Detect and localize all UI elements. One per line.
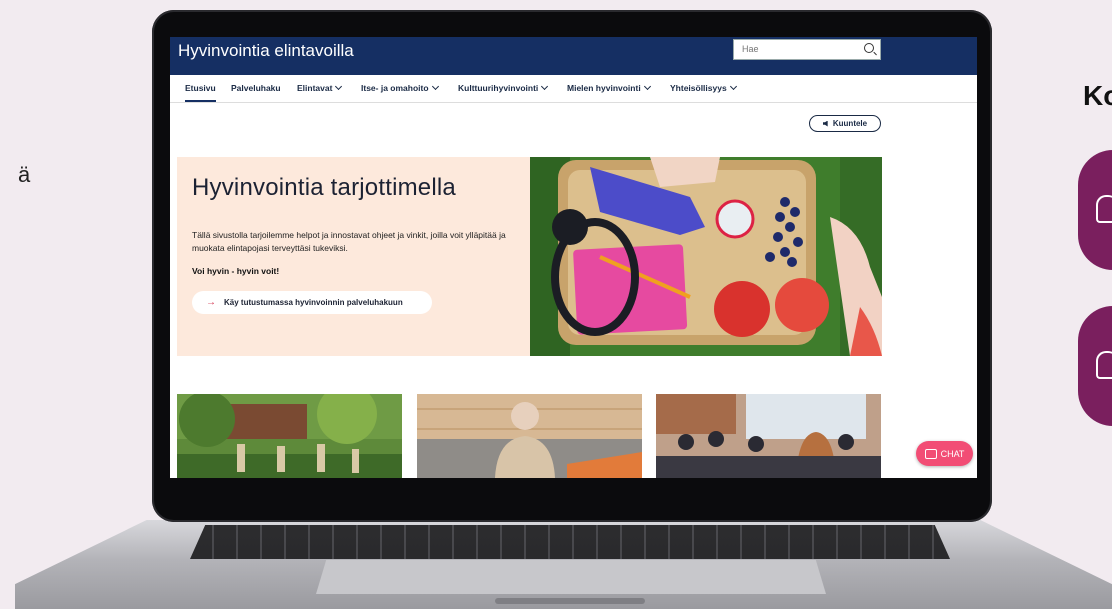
audience-photo: [656, 394, 881, 478]
card-image-park[interactable]: [177, 394, 402, 478]
nav-item-yhteisollisyys[interactable]: Yhteisöllisyys: [670, 82, 737, 93]
site-header: Hyvinvointia elintavoilla: [170, 37, 977, 75]
hero-tagline: Voi hyvin - hyvin voit!: [192, 266, 280, 276]
nav-label: Elintavat: [297, 83, 333, 93]
hero-body: Tällä sivustolla tarjoilemme helpot ja i…: [192, 230, 506, 253]
nav-item-kulttuurihyvinvointi[interactable]: Kulttuurihyvinvointi: [458, 82, 549, 93]
hero-title: Hyvinvointia tarjottimella: [192, 174, 456, 201]
hero-cta-label: Käy tutustumassa hyvinvoinnin palveluhak…: [224, 298, 403, 307]
nav-item-mielen-hyvinvointi[interactable]: Mielen hyvinvointi: [567, 82, 651, 93]
nav-label: Yhteisöllisyys: [670, 83, 727, 93]
purple-circle-top: [1078, 150, 1112, 270]
elderly-photo: [417, 394, 642, 478]
chevron-down-icon: [643, 82, 651, 91]
nav-label: Itse- ja omahoito: [361, 83, 429, 93]
chevron-down-icon: [541, 82, 549, 91]
nav-item-etusivu[interactable]: Etusivu: [185, 83, 216, 102]
laptop-keyboard: [190, 525, 950, 559]
hero-illustration: [530, 157, 882, 356]
nav-item-palveluhaku[interactable]: Palveluhaku: [231, 83, 281, 93]
chevron-down-icon: [729, 82, 737, 91]
card-image-elderly[interactable]: [417, 394, 642, 478]
nav-label: Palveluhaku: [231, 83, 281, 93]
chat-button[interactable]: CHAT: [916, 441, 973, 466]
nav-item-elintavat[interactable]: Elintavat: [297, 82, 343, 93]
park-photo: [177, 394, 402, 478]
hero-cta-button[interactable]: → Käy tutustumassa hyvinvoinnin palveluh…: [192, 291, 432, 314]
purple-circle-bottom: [1078, 306, 1112, 426]
search-icon[interactable]: [864, 43, 874, 53]
edge-text-left: ä: [18, 162, 31, 187]
card-image-audience[interactable]: [656, 394, 881, 478]
speaker-icon: [822, 120, 828, 127]
person-icon: [1096, 351, 1112, 379]
edge-text-right: Ko: [1083, 80, 1112, 111]
chevron-down-icon: [431, 82, 439, 91]
chat-label: CHAT: [940, 448, 965, 459]
chevron-down-icon: [335, 82, 343, 91]
main-nav: Etusivu Palveluhaku Elintavat Itse- ja o…: [170, 75, 977, 103]
laptop-touchpad: [316, 560, 826, 594]
nav-item-itse-ja-omahoito[interactable]: Itse- ja omahoito: [361, 82, 439, 93]
search-input[interactable]: [734, 40, 860, 58]
site-title[interactable]: Hyvinvointia elintavoilla: [178, 41, 354, 61]
listen-label: Kuuntele: [832, 119, 868, 128]
arrow-right-icon: →: [206, 297, 216, 308]
nav-label: Kulttuurihyvinvointi: [458, 83, 539, 93]
hero-panel: Hyvinvointia tarjottimella Tällä sivusto…: [177, 157, 530, 356]
nav-label: Etusivu: [185, 83, 216, 93]
listen-button[interactable]: Kuuntele: [809, 115, 881, 132]
nav-label: Mielen hyvinvointi: [567, 83, 641, 93]
laptop-screen: Hyvinvointia elintavoilla Etusivu Palvel…: [170, 37, 977, 478]
laptop-hinge: [495, 598, 645, 604]
search-box[interactable]: [733, 39, 881, 60]
chat-bubble-icon: [924, 448, 937, 459]
hero-image: [530, 157, 882, 356]
person-icon: [1096, 195, 1112, 223]
